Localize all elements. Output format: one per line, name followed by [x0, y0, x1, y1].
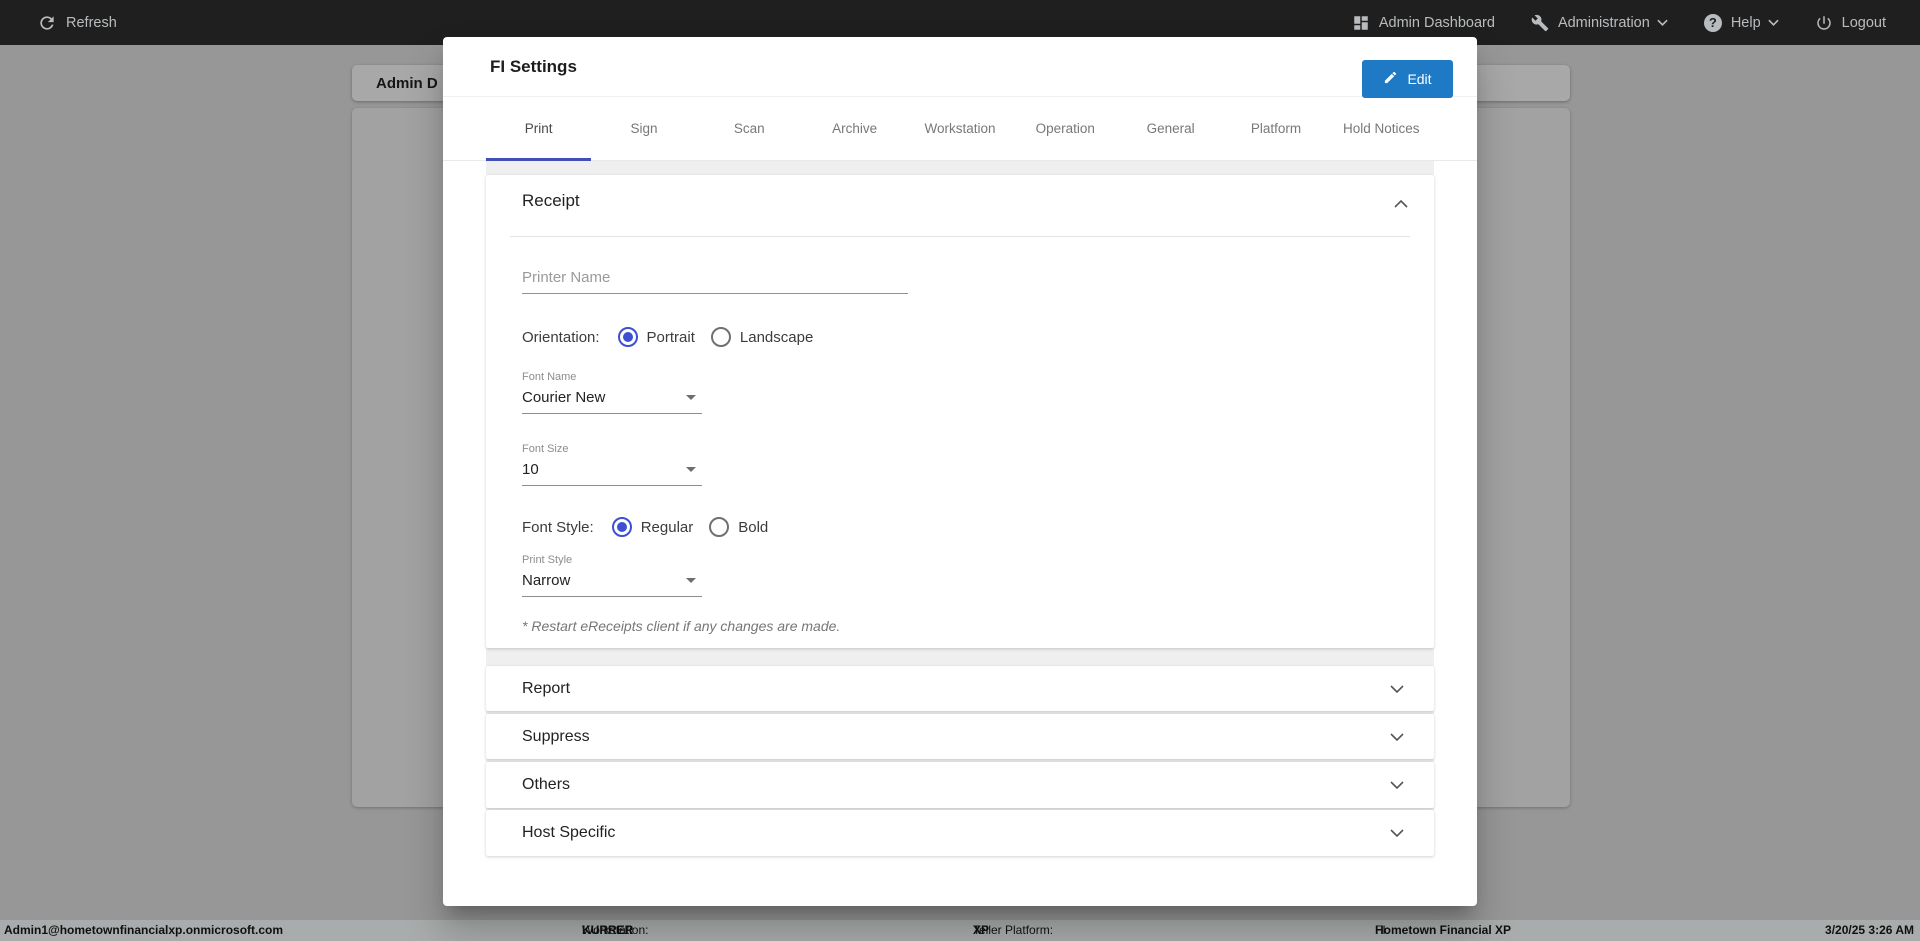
- others-section-header[interactable]: Others: [486, 762, 1434, 808]
- radio-unselected-icon: [709, 517, 729, 537]
- dropdown-arrow-icon: [686, 578, 696, 583]
- fi-settings-dialog: FI Settings Edit Print Sign Scan Archive…: [443, 37, 1477, 906]
- others-section-title: Others: [522, 776, 570, 794]
- chevron-down-icon: [1390, 680, 1404, 698]
- radio-label: Bold: [738, 519, 768, 536]
- orientation-radio-group: Orientation: Portrait Landscape: [522, 316, 813, 358]
- statusbar-user: Admin1@hometownfinancialxp.onmicrosoft.c…: [4, 920, 283, 941]
- print-style-label: Print Style: [522, 554, 702, 566]
- administration-label: Administration: [1558, 15, 1650, 31]
- chevron-down-icon: [1768, 19, 1779, 26]
- host-specific-section-header[interactable]: Host Specific: [486, 810, 1434, 856]
- divider: [510, 236, 1410, 237]
- logout-button[interactable]: Logout: [1815, 14, 1886, 32]
- tab-hold-notices[interactable]: Hold Notices: [1329, 97, 1434, 160]
- admin-dashboard-label: Admin Dashboard: [1379, 15, 1495, 31]
- chevron-down-icon: [1657, 19, 1668, 26]
- statusbar-datetime: 3/20/25 3:26 AM: [1825, 920, 1914, 941]
- font-style-regular-radio[interactable]: Regular: [612, 517, 694, 537]
- chevron-up-icon[interactable]: [1394, 195, 1408, 213]
- radio-label: Regular: [641, 519, 694, 536]
- help-icon: [1704, 14, 1722, 32]
- radio-unselected-icon: [711, 327, 731, 347]
- admin-dashboard-nav[interactable]: Admin Dashboard: [1352, 14, 1495, 32]
- tab-content: Receipt Orientation: Portrait Landscape: [486, 161, 1434, 856]
- logout-label: Logout: [1842, 15, 1886, 31]
- statusbar-teller-platform: Teller Platform: XP: [973, 920, 989, 941]
- tab-operation[interactable]: Operation: [1013, 97, 1118, 160]
- screen: Refresh Admin Dashboard Administration: [0, 0, 1920, 941]
- orientation-portrait-radio[interactable]: Portrait: [618, 327, 695, 347]
- help-menu[interactable]: Help: [1704, 14, 1779, 32]
- print-style-select[interactable]: Print Style Narrow: [522, 554, 702, 597]
- host-specific-section-title: Host Specific: [522, 824, 615, 842]
- orientation-landscape-radio[interactable]: Landscape: [711, 327, 813, 347]
- printer-name-input[interactable]: [522, 263, 908, 294]
- topbar-right: Admin Dashboard Administration Help: [1352, 14, 1886, 32]
- font-name-value: Courier New: [522, 386, 702, 414]
- font-size-value: 10: [522, 458, 702, 486]
- font-style-radio-group: Font Style: Regular Bold: [522, 506, 768, 548]
- radio-selected-icon: [612, 517, 632, 537]
- tabbar: Print Sign Scan Archive Workstation Oper…: [443, 97, 1477, 161]
- radio-label: Landscape: [740, 329, 813, 346]
- administration-menu[interactable]: Administration: [1531, 14, 1668, 32]
- dropdown-arrow-icon: [686, 467, 696, 472]
- font-style-label: Font Style:: [522, 519, 594, 536]
- suppress-section-header[interactable]: Suppress: [486, 714, 1434, 759]
- refresh-label: Refresh: [66, 15, 117, 31]
- font-size-label: Font Size: [522, 443, 702, 455]
- help-label: Help: [1731, 15, 1761, 31]
- refresh-icon: [37, 13, 57, 33]
- orientation-label: Orientation:: [522, 329, 600, 346]
- statusbar: Admin1@hometownfinancialxp.onmicrosoft.c…: [0, 920, 1920, 941]
- chevron-down-icon: [1390, 824, 1404, 842]
- chevron-down-icon: [1390, 776, 1404, 794]
- dialog-header: FI Settings Edit: [443, 37, 1477, 97]
- chevron-down-icon: [1390, 728, 1404, 746]
- dashboard-icon: [1352, 14, 1370, 32]
- edit-button-label: Edit: [1407, 71, 1431, 87]
- tab-general[interactable]: General: [1118, 97, 1223, 160]
- statusbar-workstation: Workstation: KURRER: [582, 920, 633, 941]
- receipt-section: Receipt Orientation: Portrait Landscape: [486, 175, 1434, 648]
- pencil-icon: [1383, 70, 1398, 88]
- report-section-title: Report: [522, 680, 570, 698]
- dropdown-arrow-icon: [686, 395, 696, 400]
- receipt-section-title: Receipt: [522, 191, 580, 211]
- background-panel-title: Admin D: [376, 75, 438, 92]
- wrench-icon: [1531, 14, 1549, 32]
- radio-label: Portrait: [647, 329, 695, 346]
- tab-sign[interactable]: Sign: [591, 97, 696, 160]
- tab-archive[interactable]: Archive: [802, 97, 907, 160]
- suppress-section-title: Suppress: [522, 728, 590, 746]
- print-style-value: Narrow: [522, 569, 702, 597]
- tab-scan[interactable]: Scan: [697, 97, 802, 160]
- restart-note: * Restart eReceipts client if any change…: [522, 618, 840, 634]
- radio-selected-icon: [618, 327, 638, 347]
- tab-platform[interactable]: Platform: [1223, 97, 1328, 160]
- power-icon: [1815, 14, 1833, 32]
- font-name-select[interactable]: Font Name Courier New: [522, 371, 702, 414]
- dialog-title: FI Settings: [490, 57, 577, 77]
- font-style-bold-radio[interactable]: Bold: [709, 517, 768, 537]
- tab-workstation[interactable]: Workstation: [907, 97, 1012, 160]
- font-size-select[interactable]: Font Size 10: [522, 443, 702, 486]
- edit-button[interactable]: Edit: [1362, 60, 1453, 98]
- font-name-label: Font Name: [522, 371, 702, 383]
- statusbar-fi: FI: Hometown Financial XP: [1375, 920, 1511, 941]
- report-section-header[interactable]: Report: [486, 666, 1434, 711]
- tab-print[interactable]: Print: [486, 97, 591, 160]
- refresh-button[interactable]: Refresh: [37, 13, 117, 33]
